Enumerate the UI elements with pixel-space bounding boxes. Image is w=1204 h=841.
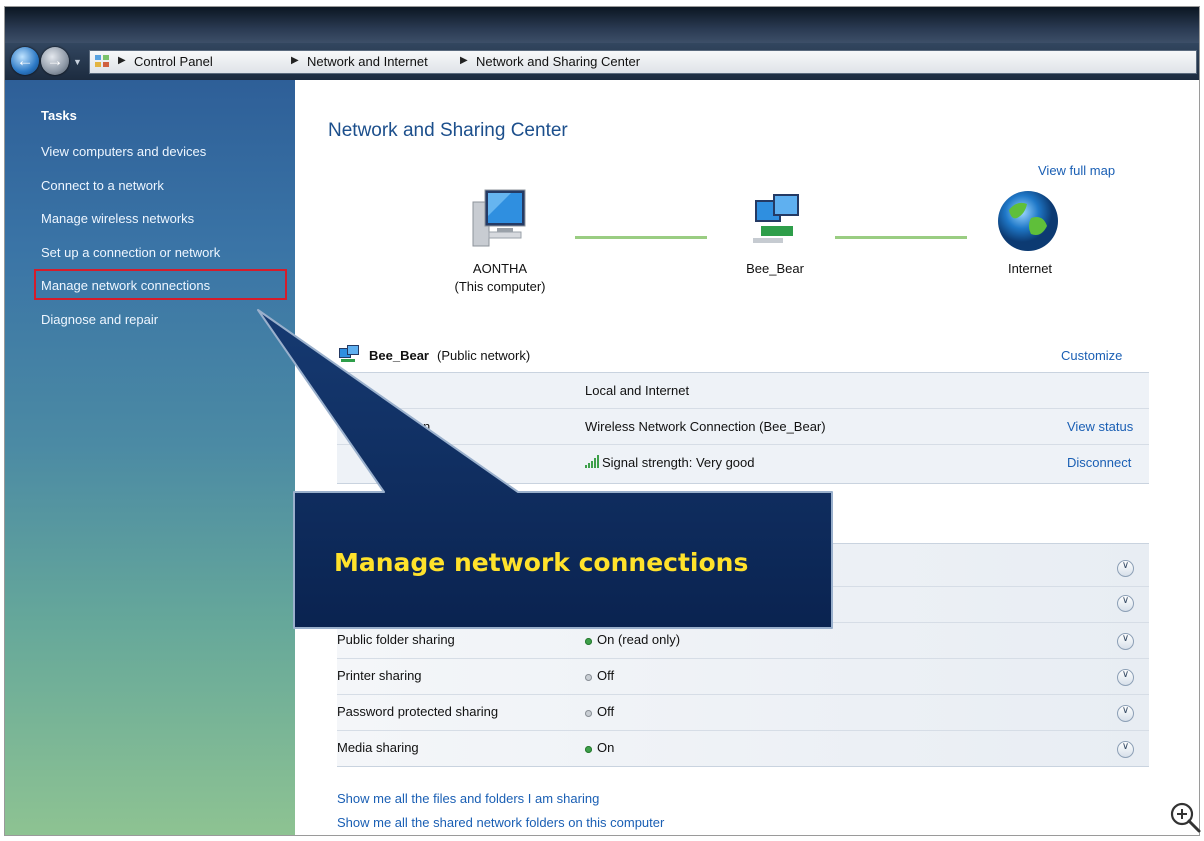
callout-text: Manage network connections (334, 548, 749, 577)
callout-box (257, 309, 833, 629)
zoom-in-icon[interactable] (1168, 800, 1202, 834)
